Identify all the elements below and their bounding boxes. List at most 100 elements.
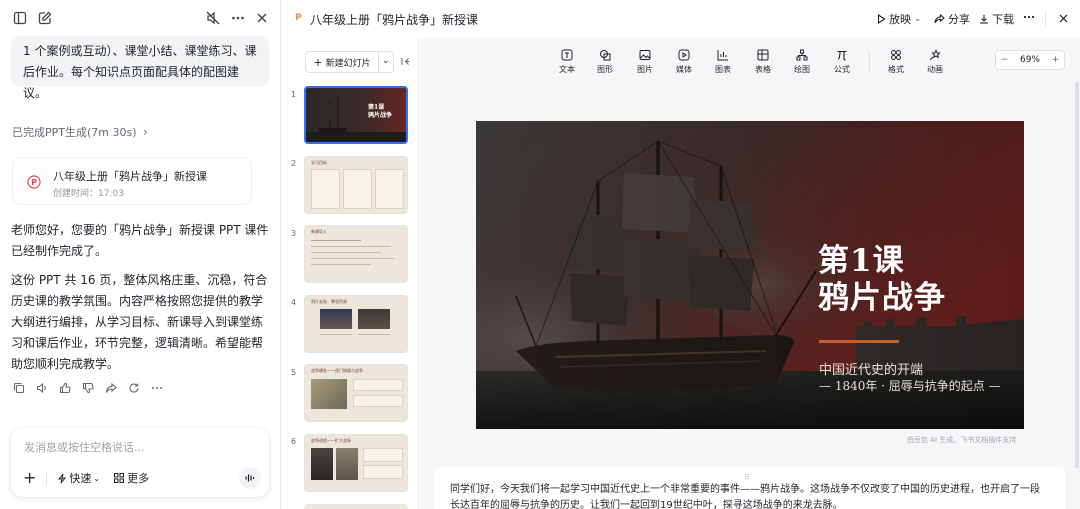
message-input[interactable]: 发消息或按住空格说话... <box>24 439 145 455</box>
tool-draw[interactable]: 绘图 <box>787 49 817 75</box>
thumbs-down-icon[interactable] <box>82 382 95 395</box>
lightning-icon <box>57 473 67 484</box>
current-slide-canvas[interactable]: 第1课 鸦片战争 中国近代史的开端 — 1840年 · 屈辱与抗争的起点 — <box>476 121 1024 429</box>
slide-thumbnail-6[interactable]: 战争进程——扩大战场 <box>304 434 408 492</box>
slide-number: 3 <box>291 229 297 238</box>
voice-input-icon[interactable] <box>239 467 261 489</box>
tool-media[interactable]: 媒体 <box>669 49 699 75</box>
message-actions <box>13 382 164 395</box>
thumb-card <box>353 379 403 391</box>
new-chat-icon[interactable] <box>38 11 54 27</box>
slide-thumbnail-7[interactable] <box>304 504 408 509</box>
close-icon[interactable] <box>255 11 271 27</box>
thumb-heading: 战争爆发——虎门销烟与战争 <box>311 368 363 373</box>
download-icon <box>979 14 989 24</box>
zoom-control: − 69% + <box>995 50 1065 70</box>
slide-thumbnail-4[interactable]: 鸦片走私：罪恶贸易 <box>304 295 408 353</box>
slide-thumbnails-panel: + 新建幻灯片 ⌄ 1 第1课 鸦片战争 2 学习目标 3 新课导入 4 鸦片走… <box>282 38 419 509</box>
sidebar-toggle-icon[interactable] <box>13 11 29 27</box>
image-tool-icon <box>639 49 651 61</box>
zoom-out-button[interactable]: − <box>996 55 1013 65</box>
thumb-card <box>375 169 404 209</box>
slide-number: 1 <box>291 90 297 99</box>
more-tools-button[interactable]: 更多 <box>114 470 149 486</box>
slide-thumbnail-3[interactable]: 新课导入 <box>304 225 408 283</box>
tool-formula[interactable]: 公式 <box>827 49 857 75</box>
assistant-reply-paragraph-1: 老师您好，您要的「鸦片战争」新授课 PPT 课件已经制作完成了。 <box>11 223 269 258</box>
ppt-file-card[interactable]: P 八年级上册「鸦片战争」新授课 创建时间：17:03 <box>12 157 252 205</box>
slide-subtitle[interactable]: 中国近代史的开端 <box>819 359 923 378</box>
tool-animation[interactable]: 动画 <box>920 49 950 75</box>
ai-credit: 由豆包 AI 生成，飞书文档插件支持 <box>907 436 1017 444</box>
close-icon[interactable] <box>1058 13 1069 24</box>
more-icon[interactable] <box>231 11 247 27</box>
more-actions-icon[interactable] <box>151 382 164 395</box>
new-slide-dropdown[interactable]: ⌄ <box>378 51 394 73</box>
svg-text:P: P <box>31 178 37 187</box>
zoom-level[interactable]: 69% <box>1013 55 1047 65</box>
tool-image[interactable]: 图片 <box>630 49 660 75</box>
text-tool-icon <box>561 49 573 61</box>
regenerate-icon[interactable] <box>128 382 141 395</box>
thumb-image <box>336 448 358 480</box>
slide-thumbnail-1[interactable]: 第1课 鸦片战争 <box>304 86 408 144</box>
generation-status[interactable]: 已完成PPT生成(7m 30s) › <box>12 124 148 140</box>
slide-thumbnail-5[interactable]: 战争爆发——虎门销烟与战争 <box>304 364 408 422</box>
thumb-heading: 新课导入 <box>311 229 327 234</box>
thumbs-up-icon[interactable] <box>59 382 72 395</box>
share-icon[interactable] <box>105 382 118 395</box>
media-tool-icon <box>678 49 690 61</box>
tool-text[interactable]: 文本 <box>552 49 582 75</box>
thumb-card <box>343 169 372 209</box>
shape-tool-icon <box>599 49 611 61</box>
thumb-image <box>311 379 347 409</box>
slide-title[interactable]: 第1课 鸦片战争 <box>818 243 946 317</box>
speaker-notes[interactable]: ⠿ 同学们好，今天我们将一起学习中国近代史上一个非常重要的事件——鸦片战争。这场… <box>434 467 1065 509</box>
zoom-in-button[interactable]: + <box>1047 55 1064 65</box>
quick-mode-button[interactable]: 快速 ⌄ <box>57 470 100 486</box>
draw-tool-icon <box>796 49 808 61</box>
thumb-card <box>363 448 403 462</box>
plus-icon[interactable]: + <box>23 470 36 486</box>
share-button[interactable]: 分享 <box>934 11 970 27</box>
chart-tool-icon <box>717 49 729 61</box>
animation-tool-icon <box>929 49 941 61</box>
tool-shape[interactable]: 图形 <box>590 49 620 75</box>
title-accent-rule <box>819 340 899 343</box>
more-icon[interactable] <box>1023 15 1035 19</box>
slide-number: 5 <box>291 368 297 377</box>
thumb-card <box>353 395 403 407</box>
collapse-panel-icon[interactable] <box>401 57 410 66</box>
speaker-icon[interactable] <box>36 382 49 395</box>
plus-icon: + <box>313 55 323 69</box>
slide-thumbnail-2[interactable]: 学习目标 <box>304 156 408 214</box>
document-title: 八年级上册「鸦片战争」新授课 <box>310 13 479 27</box>
mute-icon[interactable] <box>206 11 222 27</box>
file-created-time: 创建时间：17:03 <box>53 189 124 199</box>
tool-table[interactable]: 表格 <box>748 49 778 75</box>
thumb-heading: 鸦片走私：罪恶贸易 <box>311 299 347 304</box>
thumb-heading: 学习目标 <box>311 160 327 165</box>
thumb-title-2: 鸦片战争 <box>368 112 393 119</box>
download-button[interactable]: 下载 <box>979 11 1014 27</box>
ppt-file-icon: P <box>27 175 41 189</box>
play-button[interactable]: 放映 ⌄ <box>877 11 922 27</box>
play-icon <box>877 14 886 24</box>
new-slide-button[interactable]: + 新建幻灯片 <box>305 51 379 73</box>
chevron-down-icon: ⌄ <box>382 56 390 66</box>
thumb-heading: 战争进程——扩大战场 <box>311 438 351 443</box>
slide-tagline[interactable]: — 1840年 · 屈辱与抗争的起点 — <box>819 377 1001 394</box>
ppt-doc-badge-icon: P <box>292 12 305 25</box>
divider <box>1045 12 1046 26</box>
tool-chart[interactable]: 图表 <box>708 49 738 75</box>
tool-format[interactable]: 格式 <box>881 49 911 75</box>
editor-scrollbar[interactable] <box>1075 82 1079 468</box>
assistant-reply-paragraph-2: 这份 PPT 共 16 页，整体风格庄重、沉稳，符合历史课的教学氛围。内容严格按… <box>11 273 268 371</box>
divider <box>46 471 48 485</box>
thumb-card <box>363 465 403 479</box>
notes-drag-handle[interactable]: ⠿ <box>744 470 750 486</box>
speaker-notes-text: 同学们好，今天我们将一起学习中国近代史上一个非常重要的事件——鸦片战争。这场战争… <box>450 484 1040 509</box>
chevron-down-icon: ⌄ <box>93 473 101 483</box>
message-input-box[interactable]: 发消息或按住空格说话... + 快速 ⌄ 更多 <box>11 428 269 497</box>
copy-icon[interactable] <box>13 382 26 395</box>
